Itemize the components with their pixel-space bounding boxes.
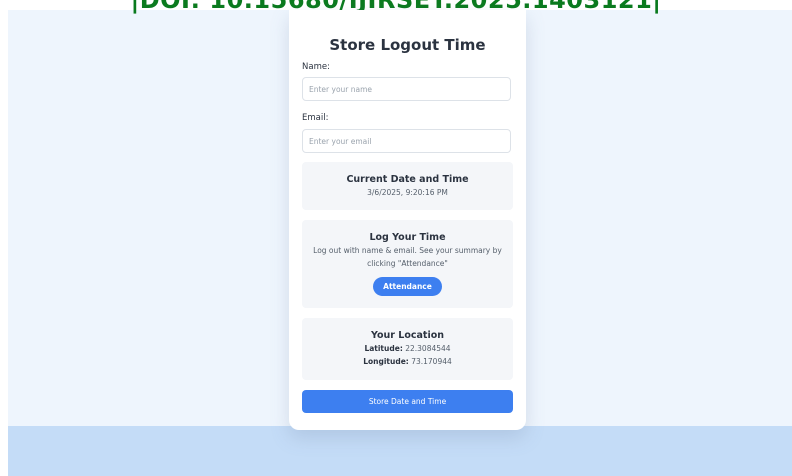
longitude-row: Longitude: 73.170944	[302, 355, 513, 368]
email-input[interactable]	[302, 129, 511, 153]
log-time-description: Log out with name & email. See your summ…	[313, 246, 502, 268]
bottom-band	[8, 426, 792, 476]
location-panel: Your Location Latitude: 22.3084544 Longi…	[302, 318, 513, 380]
email-label: Email:	[302, 113, 329, 123]
page-title: Store Logout Time	[329, 36, 486, 54]
store-date-time-button[interactable]: Store Date and Time	[302, 390, 513, 413]
datetime-panel: Current Date and Time 3/6/2025, 9:20:16 …	[302, 162, 513, 210]
latitude-row: Latitude: 22.3084544	[302, 342, 513, 355]
location-title: Your Location	[371, 330, 444, 341]
longitude-value: 73.170944	[411, 357, 452, 366]
datetime-title: Current Date and Time	[346, 174, 469, 185]
latitude-value: 22.3084544	[405, 344, 451, 353]
datetime-value: 3/6/2025, 9:20:16 PM	[367, 188, 448, 197]
attendance-button[interactable]: Attendance	[373, 277, 442, 296]
name-input[interactable]	[302, 77, 511, 101]
latitude-label: Latitude:	[364, 344, 403, 353]
name-label: Name:	[302, 62, 330, 72]
logout-card: Store Logout Time Name: Email: Current D…	[289, 10, 526, 430]
log-time-panel: Log Your Time Log out with name & email.…	[302, 220, 513, 308]
log-time-title: Log Your Time	[369, 232, 446, 243]
longitude-label: Longitude:	[363, 357, 409, 366]
